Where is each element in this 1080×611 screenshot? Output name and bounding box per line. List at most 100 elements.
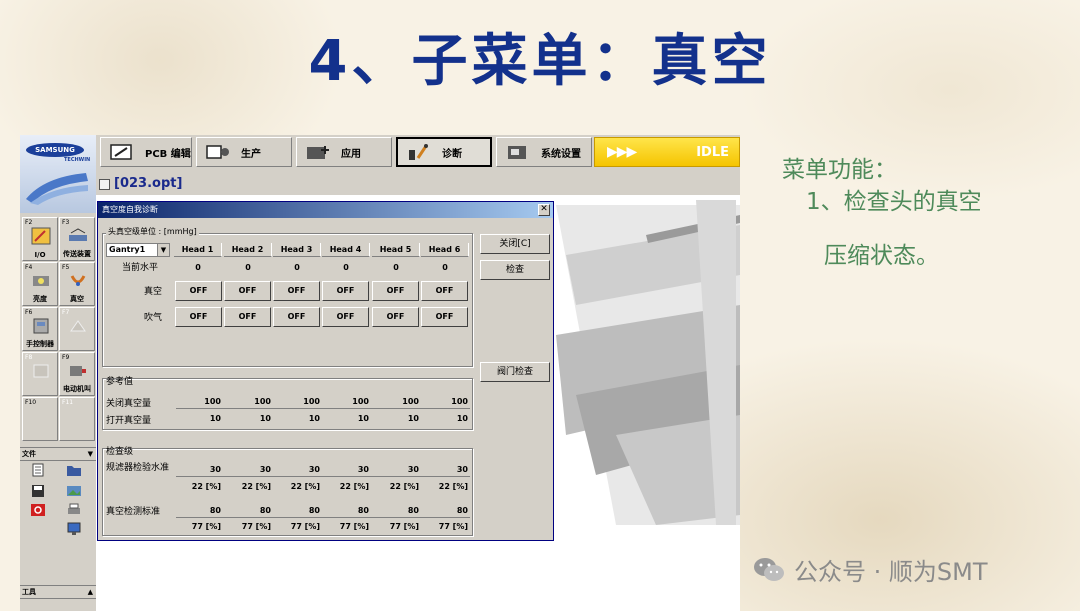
monitor-icon[interactable]: [66, 522, 82, 536]
watermark: 公众号 · 顺为SMT: [752, 552, 988, 587]
vacuum-toggle-4[interactable]: OFF: [322, 281, 369, 301]
blow-toggle-3[interactable]: OFF: [273, 307, 320, 327]
folder-open-icon[interactable]: [66, 463, 82, 477]
document-icon[interactable]: [30, 463, 46, 477]
blow-toggle-1[interactable]: OFF: [175, 307, 222, 327]
fkey-vacuum[interactable]: F5 真空: [59, 262, 95, 306]
file-checkbox[interactable]: [99, 179, 110, 190]
close-vacuum-1: 100: [204, 397, 221, 406]
filter-check-5: 30: [407, 465, 419, 474]
toolbar-label: 系统设置: [541, 148, 581, 160]
machine-status-indicator: ▶▶▶ IDLE: [594, 137, 740, 167]
toolbar-diagnosis[interactable]: 诊断: [396, 137, 492, 167]
motor-icon: [70, 366, 86, 376]
vacuum-check-5: 80: [407, 506, 419, 515]
vacuum-check-label: 真空检测标准: [106, 507, 161, 517]
toolbar-production[interactable]: 生产: [196, 137, 292, 167]
open-vacuum-4: 10: [357, 414, 369, 423]
fkey-number: F10: [25, 399, 37, 406]
open-vacuum-5: 10: [407, 414, 419, 423]
bullet-item-1: 1、检查头的真空: [806, 189, 982, 215]
vacuum-toggle-2[interactable]: OFF: [224, 281, 271, 301]
vacuum-toggle-3[interactable]: OFF: [273, 281, 320, 301]
print-icon[interactable]: [66, 503, 82, 517]
check-button[interactable]: 检查: [480, 260, 550, 280]
toolbar-pcb-edit[interactable]: PCB 编辑: [100, 137, 192, 167]
close-vacuum-6: 100: [451, 397, 468, 406]
main-toolbar: PCB 编辑 生产 应用 诊断 系统设置 ▶▶▶ IDLE: [96, 135, 740, 173]
open-vacuum-1: 10: [209, 414, 221, 423]
brightness-icon: [33, 276, 49, 286]
collapse-up-icon: ▲: [87, 588, 93, 596]
filter-check-pct-2: 22 [%]: [241, 482, 271, 491]
vacuum-check-pct-2: 77 [%]: [241, 522, 271, 531]
disabled-tool-icon: [33, 364, 49, 378]
vacuum-icon: [70, 275, 86, 286]
pcb-edit-icon: [110, 144, 132, 160]
close-vacuum-3: 100: [303, 397, 320, 406]
image-icon[interactable]: [66, 484, 82, 498]
conveyor-icon: [69, 228, 87, 241]
blow-toggle-5[interactable]: OFF: [372, 307, 419, 327]
fkey-number: F11: [62, 399, 74, 406]
close-vacuum-5: 100: [402, 397, 419, 406]
gantry-select[interactable]: Gantry1 ▼: [106, 243, 170, 257]
blow-toggle-2[interactable]: OFF: [224, 307, 271, 327]
toolbar-label: 生产: [241, 148, 261, 160]
fkey-f7: F7: [59, 307, 95, 351]
close-button[interactable]: 关闭[C]: [480, 234, 550, 254]
record-icon[interactable]: [30, 503, 46, 517]
fkey-label: I/O: [34, 251, 46, 259]
application-icon: [307, 146, 329, 159]
current-level-5: 0: [393, 263, 399, 272]
file-bar: [023.opt]: [96, 173, 740, 196]
blow-label: 吹气: [144, 313, 163, 323]
vacuum-check-6: 80: [456, 506, 468, 515]
fkey-conveyor[interactable]: F3 传送装置: [59, 217, 95, 261]
toolbar-application[interactable]: 应用: [296, 137, 392, 167]
file-panel-header[interactable]: 文件 ▼: [20, 447, 96, 461]
vacuum-toggle-1[interactable]: OFF: [175, 281, 222, 301]
brand-name: SAMSUNG: [26, 143, 84, 157]
vacuum-check-pct-5: 77 [%]: [389, 522, 419, 531]
fkey-number: F7: [62, 309, 70, 316]
divider: [176, 408, 470, 409]
vacuum-check-pct-1: 77 [%]: [191, 522, 221, 531]
save-icon[interactable]: [30, 484, 46, 498]
toolbar-label: PCB 编辑: [145, 148, 191, 160]
head-header-4: Head 4: [322, 243, 370, 257]
fkey-f10[interactable]: F10: [22, 397, 58, 441]
fkey-motor[interactable]: F9 电动机叫: [59, 352, 95, 396]
tools-panel-header[interactable]: 工具 ▲: [20, 585, 96, 599]
open-vacuum-6: 10: [456, 414, 468, 423]
fkey-hand-controller[interactable]: F6 手控制器: [22, 307, 58, 351]
vacuum-toggle-5[interactable]: OFF: [372, 281, 419, 301]
blow-toggle-6[interactable]: OFF: [421, 307, 468, 327]
fkey-number: F3: [62, 219, 70, 226]
vacuum-check-4: 80: [357, 506, 369, 515]
fkey-brightness[interactable]: F4 亮度: [22, 262, 58, 306]
vacuum-toggle-6[interactable]: OFF: [421, 281, 468, 301]
fkey-label: 亮度: [33, 295, 47, 303]
fkey-number: F9: [62, 354, 70, 361]
filter-check-label: 规滤器检验水准: [106, 463, 170, 473]
head-header-2: Head 2: [224, 243, 272, 257]
status-text: IDLE: [696, 144, 729, 160]
blow-toggle-4[interactable]: OFF: [322, 307, 369, 327]
disabled-tool-icon: [70, 320, 86, 332]
current-level-label: 当前水平: [122, 263, 159, 273]
vacuum-label: 真空: [144, 287, 163, 297]
fkey-number: F4: [25, 264, 33, 271]
fkey-f11: F11: [59, 397, 95, 441]
open-vacuum-label: 打开真空量: [106, 416, 152, 426]
vacuum-diagnosis-dialog: 真空度自我诊断 ✕ 头真空级单位 : [mmHg] Gantry1 ▼ Head…: [97, 201, 554, 541]
valve-check-button[interactable]: 阀门检查: [480, 362, 550, 382]
toolbar-system-settings[interactable]: 系统设置: [496, 137, 592, 167]
fkey-io[interactable]: F2 I/O: [22, 217, 58, 261]
filter-check-1: 30: [209, 465, 221, 474]
vacuum-check-pct-6: 77 [%]: [438, 522, 468, 531]
status-arrows-icon: ▶▶▶: [607, 144, 637, 160]
filter-check-3: 30: [308, 465, 320, 474]
dialog-close-icon[interactable]: ✕: [538, 204, 550, 216]
fkey-number: F6: [25, 309, 33, 316]
